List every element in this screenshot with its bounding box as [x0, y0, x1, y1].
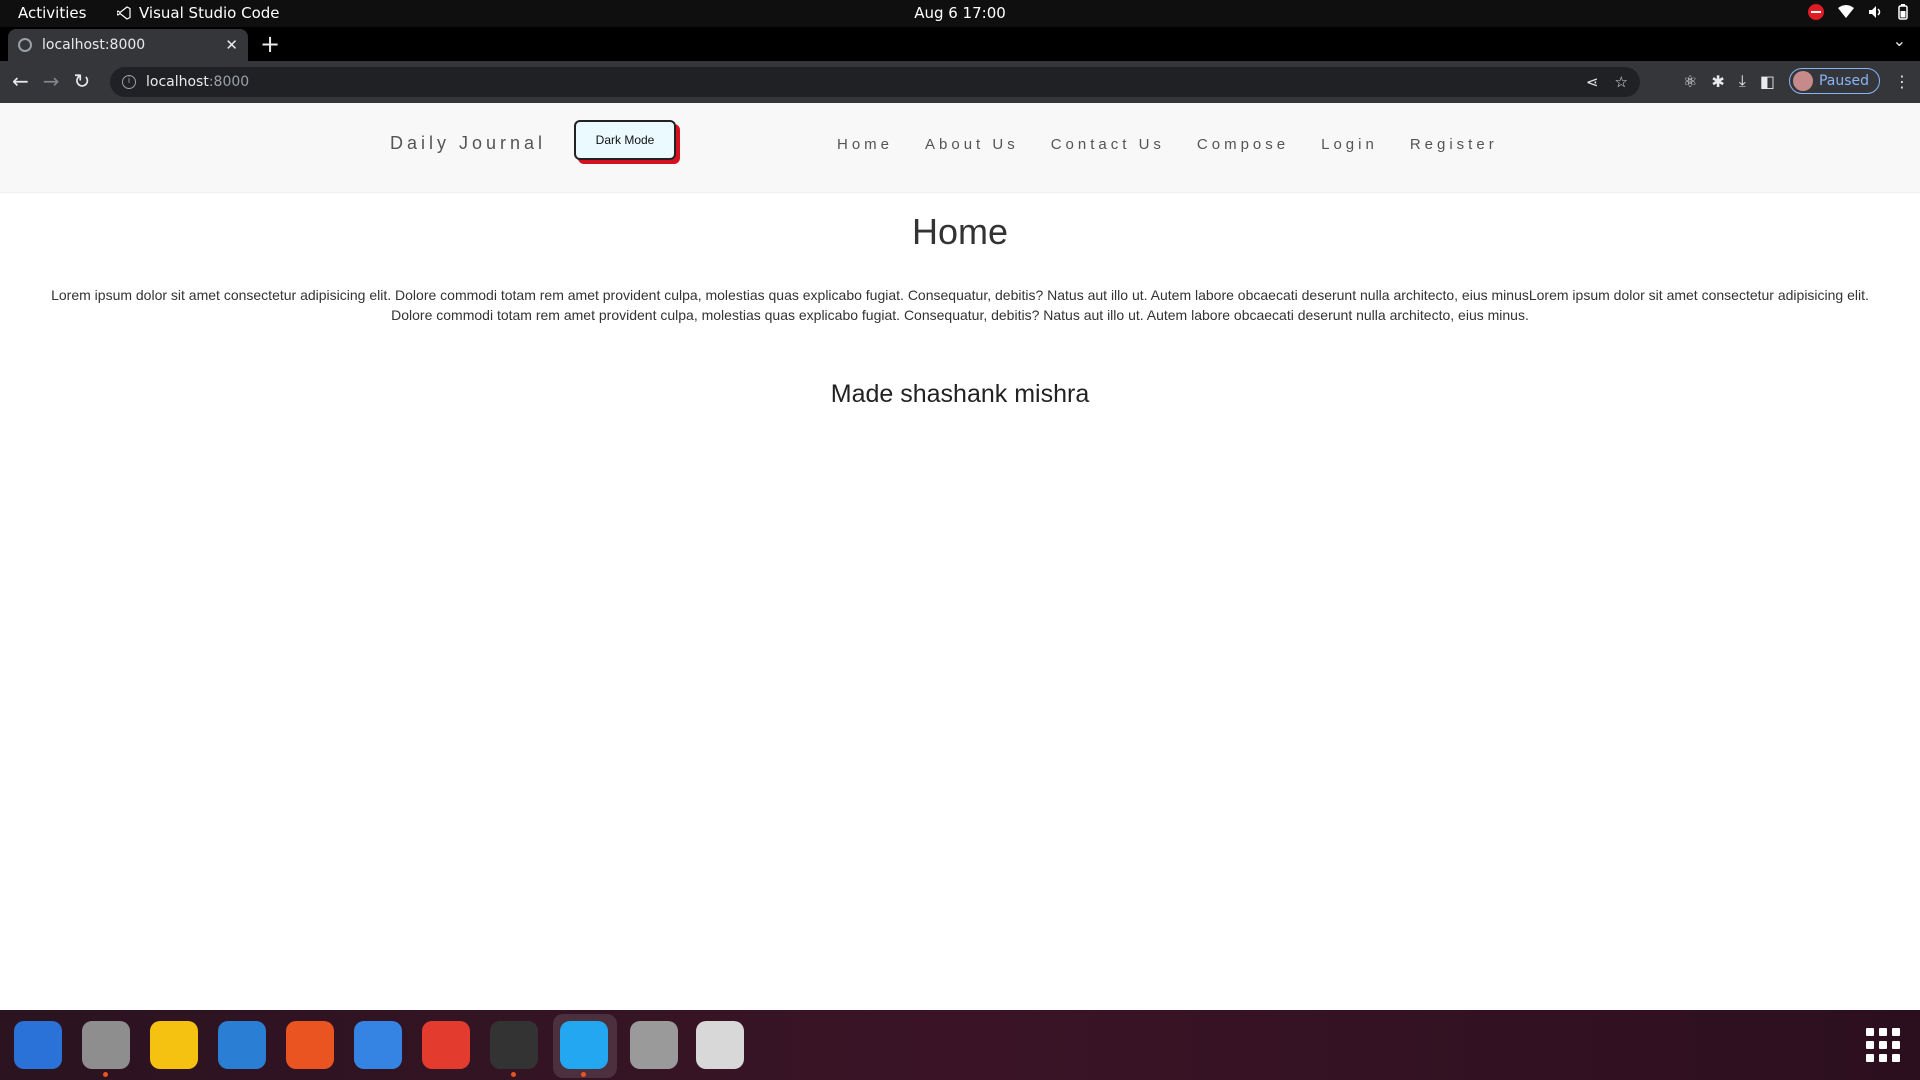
- thunderbird-icon[interactable]: [14, 1021, 62, 1069]
- volume-icon: [1869, 6, 1881, 18]
- react-devtools-icon[interactable]: ⚛: [1683, 72, 1697, 91]
- reload-icon[interactable]: ↻: [74, 70, 91, 92]
- system-top-bar: Activities Visual Studio Code Aug 6 17:0…: [0, 0, 1920, 27]
- running-indicator: [103, 1072, 108, 1077]
- do-not-disturb-icon: [1808, 4, 1824, 20]
- tab-title: localhost:8000: [42, 37, 146, 53]
- new-tab-button[interactable]: +: [260, 30, 280, 58]
- nav-login[interactable]: Login: [1321, 136, 1378, 153]
- nav-register[interactable]: Register: [1410, 136, 1498, 153]
- site-info-icon[interactable]: i: [122, 75, 136, 89]
- side-panel-icon[interactable]: ◧: [1760, 72, 1775, 91]
- writer-icon[interactable]: [218, 1021, 266, 1069]
- omnibox-actions: ⋖ ☆: [1586, 73, 1628, 91]
- clock[interactable]: Aug 6 17:00: [0, 4, 1920, 22]
- nav-contact-us[interactable]: Contact Us: [1051, 136, 1165, 153]
- tab-search-icon[interactable]: ⌄: [1893, 31, 1906, 50]
- show-applications-icon[interactable]: [1866, 1028, 1900, 1062]
- chrome-icon[interactable]: [422, 1021, 470, 1069]
- profile-status: Paused: [1818, 73, 1869, 89]
- running-indicator: [581, 1072, 586, 1077]
- profile-button[interactable]: Paused: [1788, 68, 1880, 94]
- nav-home[interactable]: Home: [837, 136, 893, 153]
- files-icon[interactable]: [82, 1021, 130, 1077]
- browser-tab-strip: localhost:8000 ✕ + ⌄: [0, 27, 1920, 61]
- trash-icon[interactable]: [696, 1021, 744, 1069]
- footer-credit: Made shashank mishra: [830, 380, 1090, 408]
- nav-compose[interactable]: Compose: [1197, 136, 1289, 153]
- running-indicator: [511, 1072, 516, 1077]
- avatar: [1792, 71, 1813, 91]
- software-icon[interactable]: [286, 1021, 334, 1069]
- dark-mode-button[interactable]: Dark Mode: [574, 120, 676, 160]
- globe-icon: [18, 38, 32, 52]
- url-port: :8000: [208, 74, 250, 90]
- site-navbar: Daily Journal Dark Mode Home About Us Co…: [0, 103, 1920, 193]
- vscode-icon[interactable]: [560, 1021, 608, 1077]
- address-bar[interactable]: i localhost:8000 ⋖ ☆: [110, 67, 1640, 97]
- brand-logo-text[interactable]: Daily Journal: [390, 133, 546, 154]
- bookmark-star-icon[interactable]: ☆: [1615, 73, 1628, 91]
- tab-localhost[interactable]: localhost:8000 ✕: [8, 29, 248, 61]
- system-tray[interactable]: [1808, 4, 1908, 20]
- toolbar-actions: ⚛ ✱ ⤓ ◧ Paused ⋮: [1683, 68, 1910, 94]
- extensions-puzzle-icon[interactable]: ✱: [1711, 72, 1724, 91]
- battery-icon: [1898, 4, 1908, 20]
- disk-icon[interactable]: [630, 1021, 678, 1069]
- nav-links: Home About Us Contact Us Compose Login R…: [837, 136, 1498, 153]
- download-icon[interactable]: ⤓: [1739, 71, 1746, 91]
- body-paragraph: Lorem ipsum dolor sit amet consectetur a…: [51, 287, 1869, 323]
- close-tab-icon[interactable]: ✕: [225, 36, 238, 54]
- nav-buttons: ← → ↻: [12, 70, 90, 92]
- browser-toolbar: ← → ↻ i localhost:8000 ⋖ ☆ ⚛ ✱ ⤓ ◧ Pause…: [0, 61, 1920, 103]
- url-host: localhost: [146, 74, 209, 90]
- web-page: Daily Journal Dark Mode Home About Us Co…: [0, 103, 1920, 1010]
- dock: [0, 1010, 1920, 1080]
- terminal-icon[interactable]: [490, 1021, 538, 1077]
- nav-about-us[interactable]: About Us: [925, 136, 1019, 153]
- chrome-menu-icon[interactable]: ⋮: [1894, 72, 1910, 91]
- rhythmbox-icon[interactable]: [150, 1021, 198, 1069]
- back-arrow-icon[interactable]: ←: [12, 70, 29, 92]
- wifi-icon: [1838, 5, 1854, 18]
- page-title: Home: [911, 211, 1009, 252]
- share-icon[interactable]: ⋖: [1586, 73, 1599, 91]
- help-icon[interactable]: [354, 1021, 402, 1069]
- forward-arrow-icon[interactable]: →: [43, 70, 60, 92]
